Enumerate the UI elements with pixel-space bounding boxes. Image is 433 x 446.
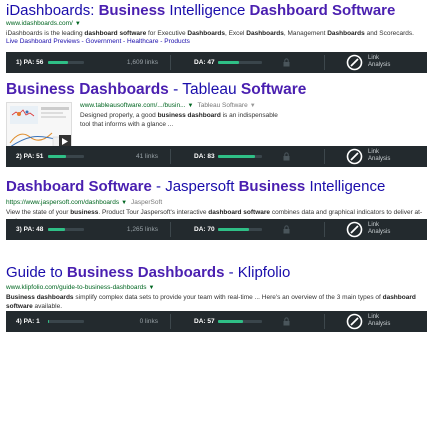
link-analysis-label[interactable]: Link Analysis [368, 314, 390, 328]
link-analysis-label[interactable]: Link Analysis [368, 222, 390, 236]
result-url[interactable]: www.klipfolio.com/guide-to-business-dash… [6, 283, 427, 293]
page-authority-bar [48, 155, 84, 158]
search-result: Guide to Business Dashboards - Klipfolio… [6, 264, 427, 311]
links-count[interactable]: 1,609 links [96, 52, 158, 73]
result-title-link[interactable]: iDashboards: Business Intelligence Dashb… [6, 2, 427, 19]
divider [324, 222, 325, 237]
sitelinks[interactable]: Live Dashboard Previews - Government - H… [6, 38, 427, 46]
lock-icon [283, 58, 290, 67]
result-snippet: Designed properly, a good business dashb… [80, 112, 278, 128]
result-snippet: iDashboards is the leading dashboard sof… [6, 30, 414, 37]
links-count[interactable]: 1,265 links [96, 219, 158, 240]
page-authority: 1) PA: 56 [16, 59, 44, 66]
domain-authority: DA: 83 [194, 153, 215, 160]
chevron-down-icon[interactable]: ▼ [188, 103, 194, 109]
result-snippet: Business dashboards simplify complex dat… [6, 294, 416, 310]
divider [170, 55, 171, 70]
link-analysis-icon[interactable] [346, 148, 363, 165]
domain-authority-bar [218, 320, 262, 323]
chevron-down-icon[interactable]: ▼ [149, 285, 155, 291]
page-authority: 2) PA: 51 [16, 153, 44, 160]
link-analysis-label[interactable]: Link Analysis [368, 149, 390, 163]
link-analysis-icon[interactable] [346, 313, 363, 330]
result-url[interactable]: www.tableausoftware.com/.../busin... ▼ Tab… [80, 100, 427, 111]
result-title-link[interactable]: Guide to Business Dashboards - Klipfolio [6, 264, 427, 281]
result-url[interactable]: https://www.jaspersoft.com/dashboards ▼ Ja… [6, 198, 427, 208]
divider [324, 149, 325, 164]
video-thumbnail[interactable] [6, 102, 72, 150]
link-analysis-icon[interactable] [346, 54, 363, 71]
mozbar: 1) PA: 56 1,609 links DA: 47 Link Analysi… [6, 52, 427, 73]
result-title-link[interactable]: Business Dashboards - Tableau Software [6, 81, 427, 98]
links-count[interactable]: 41 links [96, 146, 158, 167]
domain-authority: DA: 57 [194, 318, 215, 325]
page-authority-bar [48, 61, 84, 64]
lock-icon [283, 152, 290, 161]
divider [170, 314, 171, 329]
result-url[interactable]: www.idashboards.com/▼ [6, 19, 427, 29]
mozbar: 4) PA: 1 0 links DA: 57 Link Analysis [6, 311, 427, 332]
lock-icon [283, 225, 290, 234]
domain-authority: DA: 47 [194, 59, 215, 66]
divider [170, 222, 171, 237]
mozbar: 3) PA: 48 1,265 links DA: 70 Link Analysi… [6, 219, 427, 240]
page-authority-bar [48, 320, 84, 323]
domain-authority: DA: 70 [194, 226, 215, 233]
divider [324, 314, 325, 329]
link-analysis-label[interactable]: Link Analysis [368, 55, 390, 69]
chevron-down-icon[interactable]: ▼ [121, 200, 127, 206]
divider [170, 149, 171, 164]
domain-authority-bar [218, 155, 262, 158]
link-analysis-icon[interactable] [346, 221, 363, 238]
mozbar: 2) PA: 51 41 links DA: 83 Link Analysis [6, 146, 427, 167]
chevron-down-icon[interactable]: ▼ [250, 103, 256, 109]
divider [324, 55, 325, 70]
result-title-link[interactable]: Dashboard Software - Jaspersoft Business… [6, 178, 427, 195]
page-authority-bar [48, 228, 84, 231]
lock-icon [283, 317, 290, 326]
links-count[interactable]: 0 links [96, 311, 158, 332]
domain-authority-bar [218, 61, 262, 64]
page-authority: 4) PA: 1 [16, 318, 40, 325]
domain-authority-bar [218, 228, 262, 231]
page-authority: 3) PA: 48 [16, 226, 44, 233]
chevron-down-icon[interactable]: ▼ [75, 21, 81, 27]
search-result: iDashboards: Business Intelligence Dashb… [6, 2, 427, 46]
